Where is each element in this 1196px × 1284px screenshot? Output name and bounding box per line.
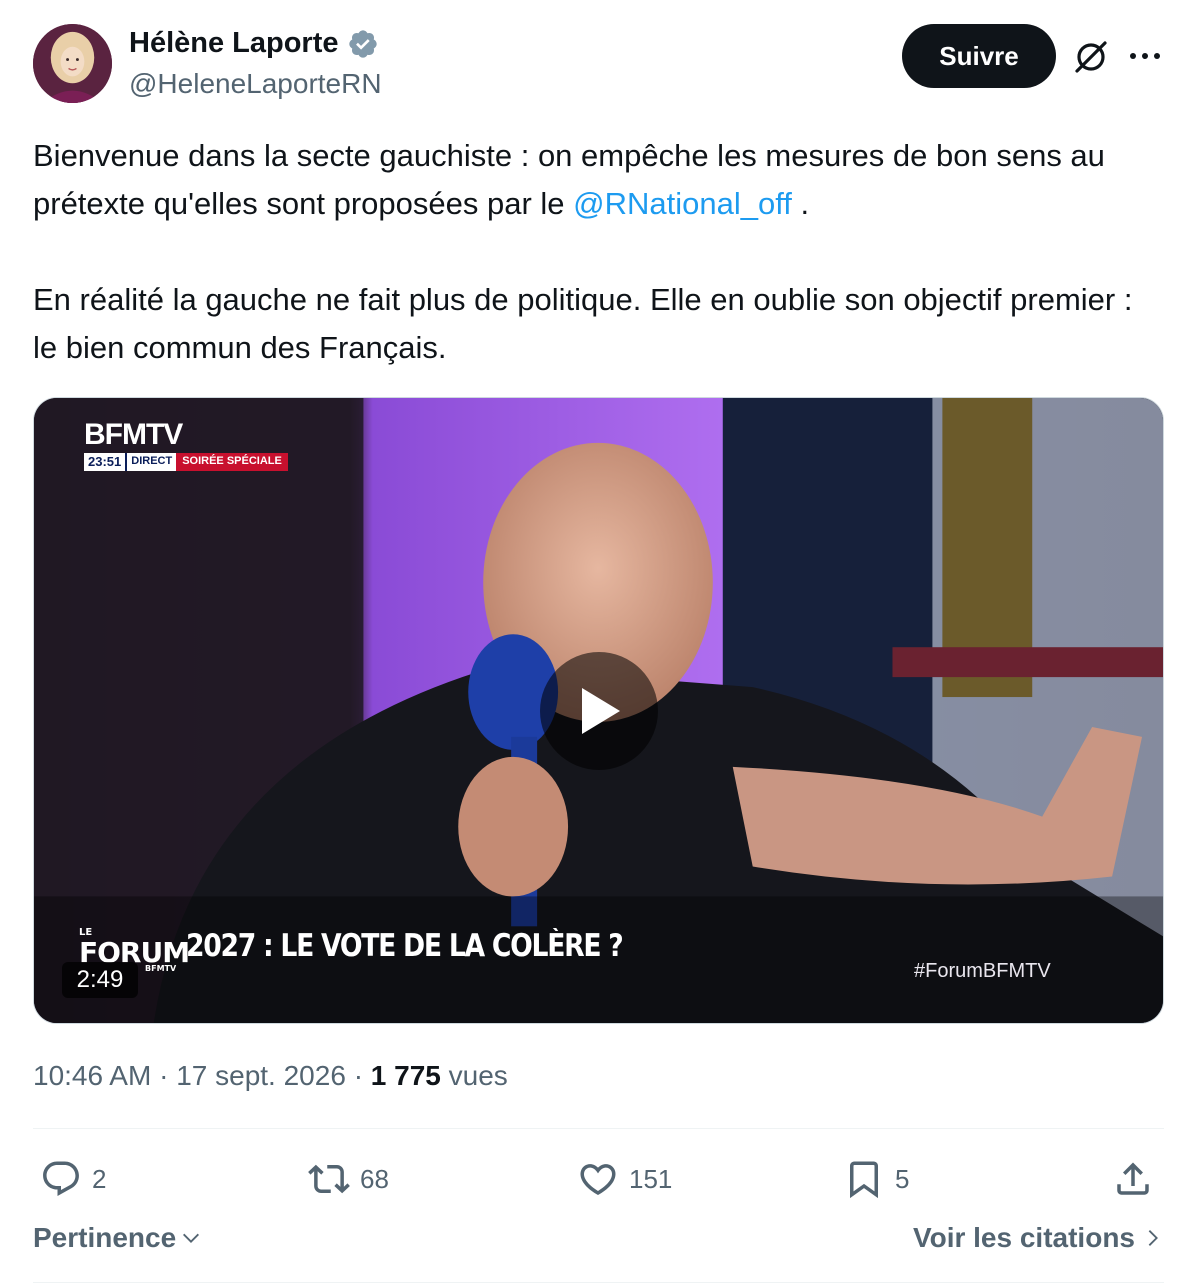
- reply-count: 2: [92, 1163, 107, 1194]
- chevron-right-icon: [1148, 1230, 1158, 1246]
- play-icon: [582, 688, 620, 734]
- grok-icon[interactable]: [1072, 38, 1110, 76]
- video-headline: 2027 : LE VOTE DE LA COLÈRE ?: [186, 928, 624, 964]
- tweet-paragraph-1: Bienvenue dans la secte gauchiste : on e…: [33, 132, 1163, 228]
- author-avatar[interactable]: [33, 24, 112, 103]
- mention-link[interactable]: @RNational_off: [573, 186, 792, 221]
- meta-separator: ·: [159, 1060, 177, 1091]
- chevron-down-icon: [183, 1233, 200, 1243]
- live-label: DIRECT: [125, 453, 177, 471]
- video-hashtag: #ForumBFMTV: [914, 960, 1051, 982]
- tweet-time[interactable]: 10:46 AM: [33, 1060, 151, 1091]
- tweet-text: Bienvenue dans la secte gauchiste : on e…: [33, 132, 1163, 372]
- like-button[interactable]: 151: [577, 1156, 672, 1202]
- share-button[interactable]: [1112, 1156, 1154, 1202]
- bookmark-icon: [850, 1161, 878, 1199]
- quotes-label: Voir les citations: [913, 1222, 1135, 1253]
- views-label: vues: [448, 1060, 508, 1091]
- sort-label: Pertinence: [33, 1222, 177, 1253]
- tweet-paragraph-2: En réalité la gauche ne fait plus de pol…: [33, 282, 1133, 365]
- tweet: Hélène Laporte @HeleneLaporteRN Suivre B…: [0, 0, 1196, 1284]
- tweet-meta: 10:46 AM · 17 sept. 2026 · 1 775 vues: [33, 1060, 508, 1092]
- meta-separator: ·: [353, 1060, 371, 1091]
- author-name[interactable]: Hélène Laporte: [129, 27, 379, 60]
- tweet-date[interactable]: 17 sept. 2026: [176, 1060, 346, 1091]
- live-banner: 23:51 DIRECT SOIRÉE SPÉCIALE: [84, 453, 288, 471]
- repost-button[interactable]: 68: [308, 1156, 389, 1202]
- views-count: 1 775: [370, 1060, 441, 1091]
- heart-icon: [580, 1164, 616, 1196]
- divider: [33, 1128, 1164, 1129]
- channel-logo: BFMTV: [84, 418, 183, 451]
- reply-button[interactable]: 2: [40, 1156, 106, 1202]
- video-player[interactable]: BFMTV 23:51 DIRECT SOIRÉE SPÉCIALE LE FO…: [33, 397, 1164, 1024]
- author-handle[interactable]: @HeleneLaporteRN: [129, 68, 382, 100]
- bookmark-count: 5: [895, 1163, 910, 1194]
- view-quotes-link[interactable]: Voir les citations: [913, 1222, 1163, 1254]
- tweet-text-line1-end: .: [791, 186, 810, 221]
- sort-dropdown[interactable]: Pertinence: [33, 1222, 202, 1254]
- verified-badge-icon: [348, 29, 377, 58]
- reply-icon: [43, 1161, 79, 1196]
- forum-sub: BFMTV: [145, 964, 177, 973]
- repost-count: 68: [360, 1163, 389, 1194]
- author-name-text[interactable]: Hélène Laporte: [129, 27, 339, 60]
- program-label: SOIRÉE SPÉCIALE: [176, 453, 288, 471]
- broadcast-clock: 23:51: [84, 453, 126, 471]
- play-button[interactable]: [540, 652, 658, 770]
- divider: [33, 1282, 1164, 1283]
- more-icon[interactable]: [1126, 44, 1164, 68]
- bookmark-button[interactable]: 5: [843, 1156, 909, 1202]
- follow-button[interactable]: Suivre: [902, 24, 1056, 88]
- tweet-text-line1: Bienvenue dans la secte gauchiste : on e…: [33, 138, 1105, 221]
- share-icon: [1117, 1162, 1149, 1195]
- repost-icon: [308, 1164, 350, 1194]
- video-duration: 2:49: [62, 962, 138, 998]
- like-count: 151: [629, 1163, 673, 1194]
